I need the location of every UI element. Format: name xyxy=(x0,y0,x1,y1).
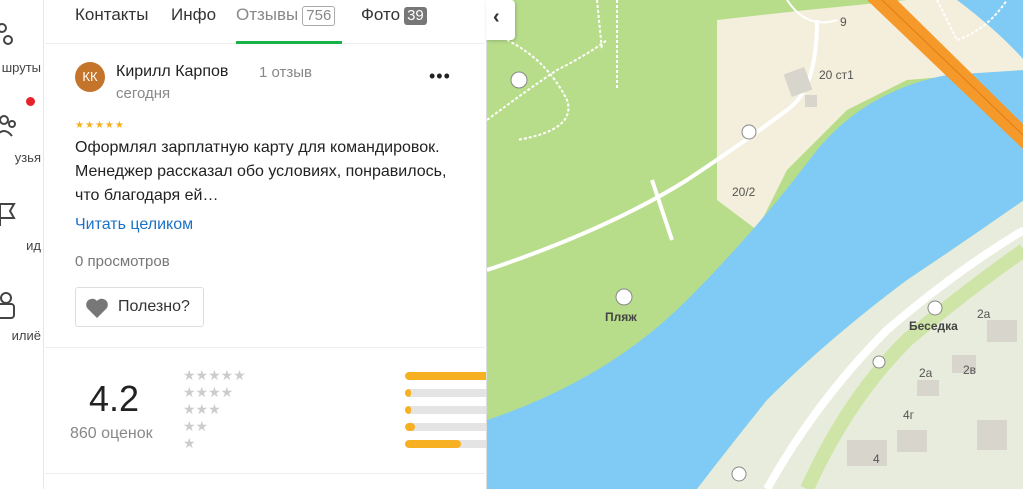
distribution-bar-fill xyxy=(405,423,415,431)
nav-routes-label: шруты xyxy=(1,60,41,75)
distribution-stars: ★★★★★ xyxy=(183,367,246,383)
author-review-count: 1 отзыв xyxy=(259,64,313,81)
rating-count: 860 оценок xyxy=(70,425,153,442)
rating-value: 4.2 xyxy=(89,378,140,419)
map-canvas xyxy=(487,0,1023,489)
reviews-panel: Контакты Инфо Отзывы 756 Фото 39 КК Кирилл… xyxy=(45,0,598,489)
map-building-label: 20/2 xyxy=(732,185,756,199)
map[interactable]: 9 20 ст1 20/2 Пляж Беседка 2а 2а 2в 4г 4 xyxy=(486,0,1023,489)
map-poi-beach[interactable]: Пляж xyxy=(605,310,637,324)
nav-friends[interactable]: узья xyxy=(0,112,44,165)
nav-family-label: илиё xyxy=(11,328,41,343)
rating-summary: 4.2 860 оценок ★★★★★ ★★★★ ★★★ ★★ ★ xyxy=(45,348,598,473)
reviews-count-badge: 756 xyxy=(302,6,336,26)
collapse-panel-button[interactable]: ‹ xyxy=(486,0,515,40)
nav-guide-label: ид xyxy=(26,238,41,253)
distribution-stars: ★★ xyxy=(183,418,209,434)
star-icon: ★ xyxy=(114,120,124,131)
distribution-stars: ★★★★ xyxy=(183,384,234,400)
tab-label: Отзывы xyxy=(236,5,299,24)
routes-icon xyxy=(0,23,13,45)
nav-guide[interactable]: ид xyxy=(0,200,44,253)
distribution-bar-fill xyxy=(405,389,411,397)
flag-icon xyxy=(0,203,16,226)
map-building-label: 2в xyxy=(963,363,977,377)
distribution-bar-fill xyxy=(405,440,461,448)
read-more-link[interactable]: Читать целиком xyxy=(75,216,193,234)
map-building-label: 2а xyxy=(919,366,933,380)
review-date: сегодня xyxy=(116,85,171,102)
review-card: КК Кирилл Карпов 1 отзыв сегодня ••• ★ ★ ★… xyxy=(45,45,485,347)
tab-contacts[interactable]: Контакты xyxy=(75,5,148,43)
notification-dot xyxy=(26,97,35,106)
heart-icon xyxy=(86,298,108,318)
more-options-button[interactable]: ••• xyxy=(429,66,451,87)
map-building-label: 20 ст1 xyxy=(819,68,854,82)
tab-photos[interactable]: Фото 39 xyxy=(361,5,427,43)
star-icon: ★ xyxy=(84,120,94,131)
nav-routes[interactable]: шруты xyxy=(0,22,44,75)
tab-info[interactable]: Инфо xyxy=(171,5,216,43)
map-building-label: 4 xyxy=(873,452,880,466)
star-icon: ★ xyxy=(75,120,84,131)
divider xyxy=(45,473,485,474)
tab-label: Контакты xyxy=(75,5,149,24)
distribution-stars: ★ xyxy=(183,435,196,451)
map-building-label: 9 xyxy=(840,15,847,29)
tab-label: Фото xyxy=(361,5,401,24)
friends-icon xyxy=(0,115,16,137)
review-text: Оформлял зарплатную карту для командиров… xyxy=(75,139,447,204)
map-building-label: 2а xyxy=(977,307,991,321)
map-poi-gazebo[interactable]: Беседка xyxy=(909,319,958,333)
review-stars: ★ ★ ★ ★ ★ xyxy=(75,121,124,131)
review-views: 0 просмотров xyxy=(75,253,170,270)
useful-button[interactable]: Полезно? xyxy=(75,287,204,327)
map-building-label: 4г xyxy=(903,408,915,422)
useful-label: Полезно? xyxy=(118,298,190,315)
nav-family[interactable]: илиё xyxy=(0,290,44,343)
avatar[interactable]: КК xyxy=(75,62,105,92)
left-navigation: шруты узья ид илиё xyxy=(0,0,44,489)
family-icon xyxy=(0,292,15,319)
star-icon: ★ xyxy=(94,120,104,131)
nav-friends-label: узья xyxy=(14,150,41,165)
distribution-stars: ★★★ xyxy=(183,401,221,417)
tabs-bar: Контакты Инфо Отзывы 756 Фото 39 xyxy=(45,0,485,44)
chevron-left-icon: ‹ xyxy=(493,6,500,28)
distribution-bar-fill xyxy=(405,406,411,414)
star-icon: ★ xyxy=(104,120,114,131)
photos-count-badge: 39 xyxy=(404,7,427,25)
tab-reviews[interactable]: Отзывы 756 xyxy=(236,5,336,43)
tab-label: Инфо xyxy=(171,5,217,24)
review-author[interactable]: Кирилл Карпов xyxy=(116,63,228,81)
active-tab-indicator xyxy=(236,41,342,44)
